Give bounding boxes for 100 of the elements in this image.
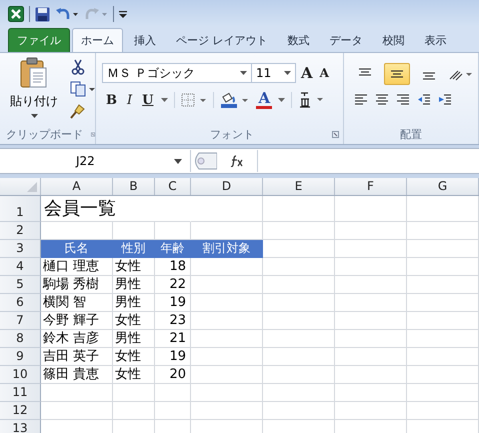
table-cell: 20 bbox=[155, 366, 191, 384]
shrink-font-button[interactable]: A bbox=[318, 67, 331, 79]
table-cell bbox=[407, 258, 479, 276]
table-cell bbox=[263, 196, 335, 222]
decrease-indent-icon[interactable] bbox=[417, 93, 431, 107]
row-header[interactable]: 12 bbox=[0, 402, 41, 420]
triangle-icon bbox=[27, 182, 37, 192]
paste-button[interactable]: 貼り付け bbox=[10, 57, 58, 124]
table-cell: 鈴木 吉彦 bbox=[41, 330, 113, 348]
table-cell: 駒場 秀樹 bbox=[41, 276, 113, 294]
column-header[interactable]: D bbox=[191, 178, 263, 195]
table-cell bbox=[263, 348, 335, 366]
table-cell bbox=[407, 402, 479, 420]
row-header[interactable]: 11 bbox=[0, 384, 41, 402]
table-cell bbox=[335, 276, 407, 294]
row-header[interactable]: 7 bbox=[0, 312, 41, 330]
format-painter-icon[interactable] bbox=[70, 103, 86, 119]
sheet-title: 会員一覧 bbox=[41, 196, 191, 222]
ribbon-tab[interactable]: データ bbox=[320, 28, 372, 52]
table-cell bbox=[263, 240, 335, 258]
font-size-field[interactable]: 11 bbox=[251, 63, 296, 83]
dialog-launcher-icon[interactable] bbox=[91, 130, 95, 138]
caret-icon bbox=[284, 71, 291, 75]
table-cell bbox=[113, 402, 155, 420]
table-cell bbox=[191, 276, 263, 294]
table-cell bbox=[191, 258, 263, 276]
fill-color-icon[interactable] bbox=[220, 92, 250, 108]
ribbon-tab[interactable]: ページ レイアウト bbox=[167, 28, 276, 52]
font-color-button[interactable]: A bbox=[256, 91, 272, 109]
table-cell bbox=[335, 222, 407, 240]
column-header[interactable]: B bbox=[113, 178, 155, 195]
table-cell bbox=[263, 222, 335, 240]
scissors-icon[interactable] bbox=[70, 59, 86, 75]
header-cell: 割引対象 bbox=[191, 240, 263, 258]
bold-button[interactable]: B bbox=[104, 94, 119, 106]
borders-icon[interactable] bbox=[181, 93, 208, 107]
table-cell bbox=[407, 222, 479, 240]
table-cell bbox=[191, 330, 263, 348]
table-cell: 22 bbox=[155, 276, 191, 294]
customize-toolbar-icon[interactable] bbox=[119, 9, 127, 19]
align-center-icon[interactable] bbox=[375, 93, 389, 107]
underline-button[interactable]: U bbox=[140, 94, 156, 106]
row-header[interactable]: 9 bbox=[0, 348, 41, 366]
group-label: 配置 bbox=[400, 126, 422, 142]
clipboard-icon bbox=[20, 57, 48, 89]
table-cell bbox=[407, 196, 479, 222]
table-cell bbox=[335, 402, 407, 420]
increase-indent-icon[interactable] bbox=[438, 93, 452, 107]
file-tab[interactable]: ファイル bbox=[8, 28, 70, 52]
table-cell bbox=[191, 196, 263, 222]
caret-icon[interactable] bbox=[278, 98, 286, 102]
table-cell bbox=[407, 366, 479, 384]
row-header[interactable]: 1 bbox=[0, 196, 41, 222]
row-header[interactable]: 5 bbox=[0, 276, 41, 294]
table-cell: 19 bbox=[155, 294, 191, 312]
row-header[interactable]: 8 bbox=[0, 330, 41, 348]
table-cell bbox=[335, 384, 407, 402]
row-header[interactable]: 13 bbox=[0, 420, 41, 433]
table-cell bbox=[263, 258, 335, 276]
save-icon[interactable] bbox=[35, 6, 50, 22]
column-header[interactable]: C bbox=[155, 178, 191, 195]
row-header[interactable]: 3 bbox=[0, 240, 41, 258]
table-cell: 18 bbox=[155, 258, 191, 276]
table-cell: 女性 bbox=[113, 258, 155, 276]
undo-icon[interactable] bbox=[55, 7, 79, 21]
italic-button[interactable]: I bbox=[125, 94, 134, 106]
table-cell bbox=[335, 348, 407, 366]
ribbon-tab[interactable]: ホーム bbox=[72, 28, 123, 52]
insert-function-icon[interactable] bbox=[230, 155, 244, 167]
table-cell bbox=[407, 276, 479, 294]
table-cell: 女性 bbox=[113, 366, 155, 384]
align-left-icon[interactable] bbox=[354, 93, 368, 107]
column-header[interactable]: A bbox=[41, 178, 113, 195]
table-cell bbox=[191, 312, 263, 330]
copy-icon[interactable] bbox=[70, 81, 96, 97]
ribbon-tab[interactable]: 数式 bbox=[278, 28, 318, 52]
excel-logo-icon[interactable] bbox=[8, 6, 24, 22]
ribbon-tab[interactable]: 表示 bbox=[416, 28, 456, 52]
row-header[interactable]: 6 bbox=[0, 294, 41, 312]
ribbon-tab[interactable]: 校閲 bbox=[374, 28, 414, 52]
row-header[interactable]: 4 bbox=[0, 258, 41, 276]
row-header[interactable]: 2 bbox=[0, 222, 41, 240]
table-cell bbox=[263, 366, 335, 384]
dialog-launcher-icon[interactable] bbox=[332, 130, 339, 138]
align-right-icon[interactable] bbox=[396, 93, 410, 107]
table-cell bbox=[263, 312, 335, 330]
group-label: クリップボード bbox=[6, 126, 83, 142]
caret-icon[interactable] bbox=[161, 98, 168, 102]
grow-font-button[interactable]: A bbox=[299, 66, 315, 80]
column-header[interactable]: G bbox=[407, 178, 479, 195]
table-cell bbox=[191, 384, 263, 402]
row-header[interactable]: 10 bbox=[0, 366, 41, 384]
font-name-field[interactable]: ＭＳ Ｐゴシック bbox=[102, 63, 252, 83]
phonetic-guide-icon[interactable] bbox=[298, 91, 324, 109]
table-cell bbox=[335, 366, 407, 384]
middle-align-button[interactable] bbox=[384, 63, 410, 85]
ribbon-tab[interactable]: 挿入 bbox=[125, 28, 165, 52]
column-header[interactable]: F bbox=[335, 178, 407, 195]
column-header[interactable]: E bbox=[263, 178, 335, 195]
table-cell: 19 bbox=[155, 348, 191, 366]
